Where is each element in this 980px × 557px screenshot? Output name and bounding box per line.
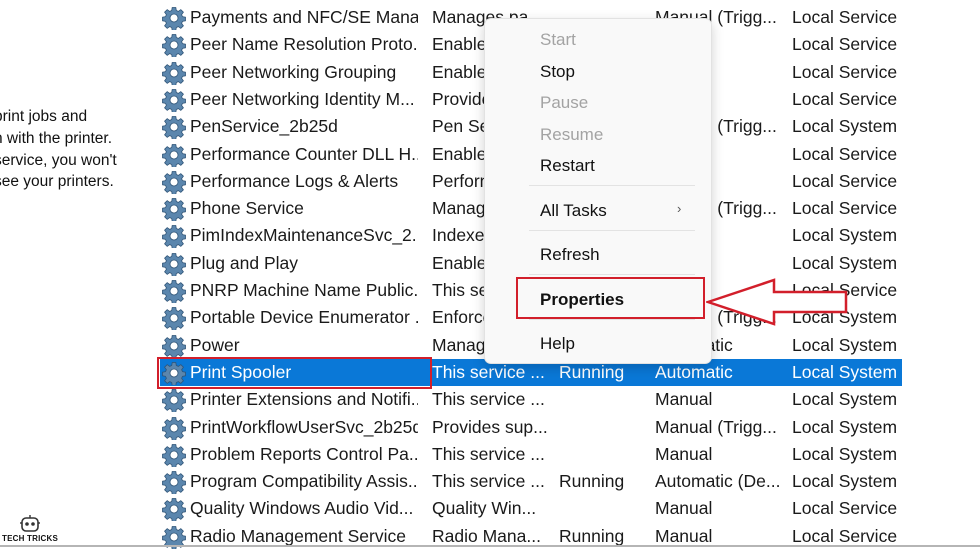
service-startup-type-cell: Manual — [655, 498, 713, 519]
properties-highlight-box — [516, 277, 705, 319]
service-name-cell: Problem Reports Control Pa... — [190, 443, 418, 464]
service-name-cell: PimIndexMaintenanceSvc_2... — [190, 225, 418, 246]
service-description-cell: This service ... — [432, 443, 545, 464]
service-gear-icon — [162, 388, 186, 414]
service-name-cell: Phone Service — [190, 198, 304, 219]
service-name-cell: Peer Networking Identity M... — [190, 88, 415, 109]
service-name-cell: Printer Extensions and Notifi... — [190, 389, 418, 410]
bottom-divider — [0, 545, 980, 547]
service-gear-icon — [162, 306, 186, 332]
service-log-on-as-cell: Local Service — [792, 498, 898, 519]
menu-item-refresh[interactable]: Refresh — [540, 244, 600, 266]
service-log-on-as-cell: Local Service — [792, 170, 898, 191]
service-log-on-as-cell: Local System — [792, 389, 898, 410]
table-row[interactable]: Program Compatibility Assis... This servi… — [160, 468, 902, 495]
service-log-on-as-cell: Local System — [792, 361, 898, 382]
description-line: see your printers. — [0, 173, 114, 191]
service-gear-icon — [162, 115, 186, 141]
service-log-on-as-cell: Local Service — [792, 7, 898, 27]
menu-separator — [529, 319, 695, 320]
service-description-cell: This service ... — [432, 471, 545, 492]
service-log-on-as-cell: Local System — [792, 225, 898, 246]
menu-item-start[interactable]: Start — [540, 29, 576, 51]
pointer-arrow-icon — [706, 278, 848, 326]
service-description-cell: Provides sup... — [432, 416, 548, 437]
menu-item-resume[interactable]: Resume — [540, 124, 603, 146]
service-gear-icon — [162, 416, 186, 441]
service-log-on-as-cell: Local Service — [792, 198, 898, 219]
service-name-cell: Performance Counter DLL H... — [190, 143, 418, 164]
service-log-on-as-cell: Local System — [792, 334, 898, 355]
description-line: service, you won't — [0, 151, 117, 169]
menu-item-pause[interactable]: Pause — [540, 92, 588, 114]
service-name-cell: PNRP Machine Name Public... — [190, 280, 418, 300]
table-row[interactable]: Printer Extensions and Notifi... This ser… — [160, 386, 902, 414]
table-row[interactable]: Problem Reports Control Pa... This servic… — [160, 441, 902, 468]
service-log-on-as-cell: Local System — [792, 252, 898, 273]
robot-head-icon — [20, 515, 40, 532]
service-gear-icon — [162, 197, 186, 222]
service-name-cell: Quality Windows Audio Vid... — [190, 498, 414, 519]
menu-item-help[interactable]: Help — [540, 333, 575, 355]
service-gear-icon — [162, 470, 186, 495]
service-name-cell: PenService_2b25d — [190, 116, 338, 137]
service-log-on-as-cell: Local System — [792, 471, 898, 492]
service-gear-icon — [162, 143, 186, 168]
service-name-cell: Payments and NFC/SE Mana... — [190, 7, 418, 27]
service-name-cell: Power — [190, 334, 240, 355]
tech-tricks-logo: TECH TRICKS — [2, 514, 58, 549]
service-startup-type-cell: Manual — [655, 389, 713, 410]
menu-item-stop[interactable]: Stop — [540, 61, 575, 83]
service-name-cell: Plug and Play — [190, 252, 298, 273]
service-gear-icon — [162, 334, 186, 359]
service-startup-type-cell: Manual — [655, 443, 713, 464]
description-line: print jobs and — [0, 108, 88, 125]
service-gear-icon — [162, 279, 186, 304]
service-log-on-as-cell: Local System — [792, 416, 898, 437]
service-gear-icon — [162, 443, 186, 468]
service-log-on-as-cell: Local Service — [792, 61, 898, 82]
service-startup-type-cell: Manual (Trigg... — [655, 416, 777, 437]
service-log-on-as-cell: Local System — [792, 116, 898, 137]
service-log-on-as-cell: Local Service — [792, 143, 898, 164]
menu-separator — [529, 230, 695, 231]
service-name-cell: Portable Device Enumerator ... — [190, 307, 418, 328]
service-log-on-as-cell: Local System — [792, 443, 898, 464]
description-line: n with the printer. — [0, 129, 113, 147]
service-gear-icon — [162, 252, 186, 277]
table-row[interactable]: PrintWorkflowUserSvc_2b25d Provides sup..… — [160, 414, 902, 441]
menu-separator — [529, 274, 695, 275]
logo-text: TECH TRICKS — [2, 534, 58, 543]
service-gear-icon — [162, 170, 186, 195]
table-row[interactable]: Quality Windows Audio Vid... Quality Win.… — [160, 495, 902, 523]
chevron-right-icon: › — [677, 201, 682, 216]
service-name-cell: Program Compatibility Assis... — [190, 471, 418, 492]
menu-item-restart[interactable]: Restart — [540, 155, 595, 177]
service-name-cell: Performance Logs & Alerts — [190, 170, 399, 191]
service-name-cell: PrintWorkflowUserSvc_2b25d — [190, 416, 418, 437]
service-name-cell: Peer Networking Grouping — [190, 61, 397, 82]
service-gear-icon — [162, 224, 186, 250]
print-spooler-highlight-box — [157, 357, 432, 389]
service-log-on-as-cell: Local Service — [792, 88, 898, 109]
service-description-text: print jobs and n with the printer. servi… — [0, 106, 144, 193]
service-gear-icon — [162, 497, 186, 523]
service-description-cell: This service ... — [432, 389, 545, 410]
service-gear-icon — [162, 6, 186, 31]
menu-item-all-tasks[interactable]: All Tasks — [540, 200, 607, 222]
service-log-on-as-cell: Local Service — [792, 34, 898, 55]
service-gear-icon — [162, 61, 186, 86]
service-gear-icon — [162, 88, 186, 113]
service-status-cell: Running — [559, 471, 625, 492]
menu-separator — [529, 185, 695, 186]
service-gear-icon — [162, 33, 186, 59]
service-name-cell: Peer Name Resolution Proto... — [190, 34, 418, 55]
service-startup-type-cell: Automatic (De... — [655, 471, 780, 492]
service-description-cell: Quality Win... — [432, 498, 537, 519]
